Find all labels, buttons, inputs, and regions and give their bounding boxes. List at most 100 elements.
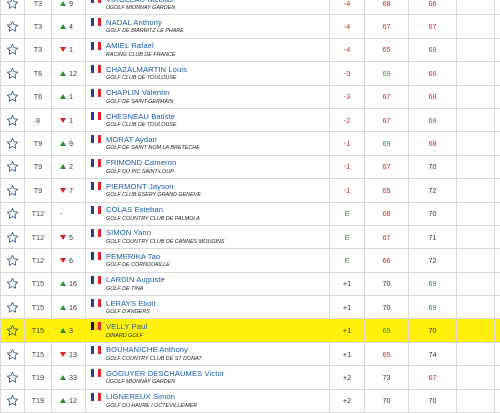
player-name-link[interactable]: LERAYS Eliott <box>106 299 156 308</box>
movement-cell: 1 <box>52 38 86 62</box>
player-cell[interactable]: LARDIN Auguste GOLF DE TINA <box>86 272 330 296</box>
round2-score: 70 <box>428 162 437 172</box>
star-icon[interactable] <box>6 160 19 173</box>
player-cell[interactable]: SIMON Yann GOLF COUNTRY CLUB DE CANNES M… <box>86 225 330 249</box>
position-cell: T15 <box>25 319 52 342</box>
player-name-link[interactable]: PEMERIKA Tao <box>106 252 170 261</box>
star-icon[interactable] <box>6 371 19 384</box>
flag-icon <box>91 392 101 401</box>
player-cell[interactable]: FRIMOND Cameron GOLF DU PIC SAINT-LOUP <box>86 155 330 179</box>
player-name-link[interactable]: VIROLEAU Nicolas <box>106 0 175 4</box>
player-cell[interactable]: LERAYS Eliott GOLF D'ANGERS <box>86 296 330 319</box>
player-cell[interactable]: NADAL Anthony GOLF DE BIARRITZ LE PHARE <box>86 15 330 38</box>
movement-cell: 1 <box>52 85 86 108</box>
flag-icon <box>91 135 101 144</box>
player-name-link[interactable]: VELLY Paul <box>106 322 147 331</box>
star-icon[interactable] <box>6 254 19 267</box>
player-cell[interactable]: VIROLEAU Nicolas UGOLF MIONNAY GARDEN <box>86 0 330 15</box>
player-cell[interactable]: CHAPLIN Valentin GOLF DE SAINT-GERMAIN <box>86 85 330 108</box>
player-cell[interactable]: PIERMONT Jayson GOLF CLUB ESERY GRAND GE… <box>86 179 330 202</box>
player-name-link[interactable]: PIERMONT Jayson <box>106 182 201 191</box>
position: T15 <box>31 279 45 289</box>
movement-arrow-icon <box>60 304 66 310</box>
player-cell[interactable]: COLAS Esteban GOLF COUNTRY CLUB DE PALMO… <box>86 202 330 225</box>
flag-icon <box>91 88 101 97</box>
table-row: T9 9 MORAT Aydan GOLF DE SAINT NOM LA BR… <box>0 132 500 156</box>
favorite-cell <box>0 225 25 249</box>
player-name-link[interactable]: BOUHANICHE Anthony <box>106 345 202 354</box>
table-row: T3 1 AMIEL Rafael RACING CLUB DE FRANCE … <box>0 38 500 63</box>
player-name-link[interactable]: CHAZALMARTIN Louis <box>106 65 187 74</box>
movement-value: 16 <box>69 279 77 289</box>
player-name-link[interactable]: LARDIN Auguste <box>106 275 165 284</box>
player-name-link[interactable]: LIGNEREUX Simon <box>106 392 197 401</box>
table-row: T12 - COLAS Esteban GOLF COUNTRY CLUB DE… <box>0 202 500 226</box>
round2-cell: 67 <box>409 366 457 389</box>
star-icon[interactable] <box>6 67 19 80</box>
player-cell[interactable]: GOGUYER DESCHAUMES Victor UGOLF MIONNAY … <box>86 366 330 389</box>
favorite-cell <box>0 38 25 62</box>
player-name-link[interactable]: NADAL Anthony <box>106 18 184 27</box>
star-icon[interactable] <box>6 324 19 337</box>
player-name-link[interactable]: FRIMOND Cameron <box>106 158 176 167</box>
table-row: T12 5 SIMON Yann GOLF COUNTRY CLUB DE CA… <box>0 225 500 250</box>
player-club: GOLF CLUB ESERY GRAND GENEVE <box>106 192 201 199</box>
player-name-link[interactable]: SIMON Yann <box>106 228 225 237</box>
table-row: T19 12 LIGNEREUX Simon GOLF DU HAVRE / O… <box>0 389 500 413</box>
star-icon[interactable] <box>6 207 19 220</box>
star-icon[interactable] <box>6 348 19 361</box>
star-icon[interactable] <box>6 114 19 127</box>
round2-score: 67 <box>428 372 437 382</box>
player-club: UGOLF MIONNAY GARDEN <box>106 5 176 12</box>
star-icon[interactable] <box>6 137 19 150</box>
position: T15 <box>31 349 45 359</box>
movement-arrow-icon <box>60 70 66 76</box>
star-icon[interactable] <box>6 231 19 244</box>
player-cell[interactable]: BOUHANICHE Anthony GOLF COUNTRY CLUB DE … <box>86 342 330 366</box>
round1-cell: 67 <box>365 225 409 249</box>
position-cell: T12 <box>25 202 52 225</box>
player-name-link[interactable]: AMIEL Rafael <box>106 41 176 50</box>
round2-score: 69 <box>428 279 437 289</box>
table-row: T19 33 GOGUYER DESCHAUMES Victor UGOLF M… <box>0 366 500 390</box>
player-name-link[interactable]: GOGUYER DESCHAUMES Victor <box>106 369 224 378</box>
player-cell[interactable]: VELLY Paul DINARD GOLF <box>86 319 330 342</box>
position: T6 <box>33 92 43 102</box>
favorite-cell <box>0 272 25 296</box>
total-score: -3 <box>343 92 351 102</box>
player-cell[interactable]: CHAZALMARTIN Louis GOLF CLUB DE TOULOUSE <box>86 62 330 85</box>
star-icon[interactable] <box>6 0 19 10</box>
player-club: GOLF DE SAINT-GERMAIN <box>106 98 174 105</box>
movement-cell: 16 <box>52 296 86 319</box>
round3-cell <box>457 296 495 319</box>
total-score: +1 <box>342 302 352 312</box>
position-cell: T15 <box>25 272 52 296</box>
total-score-cell: -1 <box>330 132 365 155</box>
player-club: GOLF CLUB DE TOULOUSE <box>106 75 177 82</box>
player-cell[interactable]: MORAT Aydan GOLF DE SAINT NOM LA BRETECH… <box>86 132 330 155</box>
player-name-link[interactable]: COLAS Esteban <box>106 205 200 214</box>
position-cell: T12 <box>25 249 52 272</box>
round1-score: 67 <box>382 232 391 242</box>
star-icon[interactable] <box>6 277 19 290</box>
round3-cell <box>457 272 495 296</box>
movement-arrow-icon <box>60 164 66 170</box>
round2-score: 72 <box>428 185 437 195</box>
player-name-link[interactable]: CHAPLIN Valentin <box>106 88 173 97</box>
round1-score: 65 <box>382 185 391 195</box>
star-icon[interactable] <box>6 20 19 33</box>
player-cell[interactable]: AMIEL Rafael RACING CLUB DE FRANCE <box>86 38 330 62</box>
table-row: T3 9 VIROLEAU Nicolas UGOLF MIONNAY GARD… <box>0 0 500 16</box>
star-icon[interactable] <box>6 184 19 197</box>
round2-score: 74 <box>428 349 437 359</box>
player-name-link[interactable]: CHESNEAU Batiste <box>106 112 177 121</box>
player-cell[interactable]: CHESNEAU Batiste GOLF CLUB DE TOULOUSE <box>86 108 330 132</box>
round3-cell <box>457 38 495 62</box>
star-icon[interactable] <box>6 301 19 314</box>
player-cell[interactable]: PEMERIKA Tao GOLF DE CORNOUAILLE <box>86 249 330 272</box>
player-name-link[interactable]: MORAT Aydan <box>106 135 200 144</box>
favorite-cell <box>0 0 25 15</box>
star-icon[interactable] <box>6 43 19 56</box>
star-icon[interactable] <box>6 90 19 103</box>
round2-cell: 68 <box>409 132 457 155</box>
